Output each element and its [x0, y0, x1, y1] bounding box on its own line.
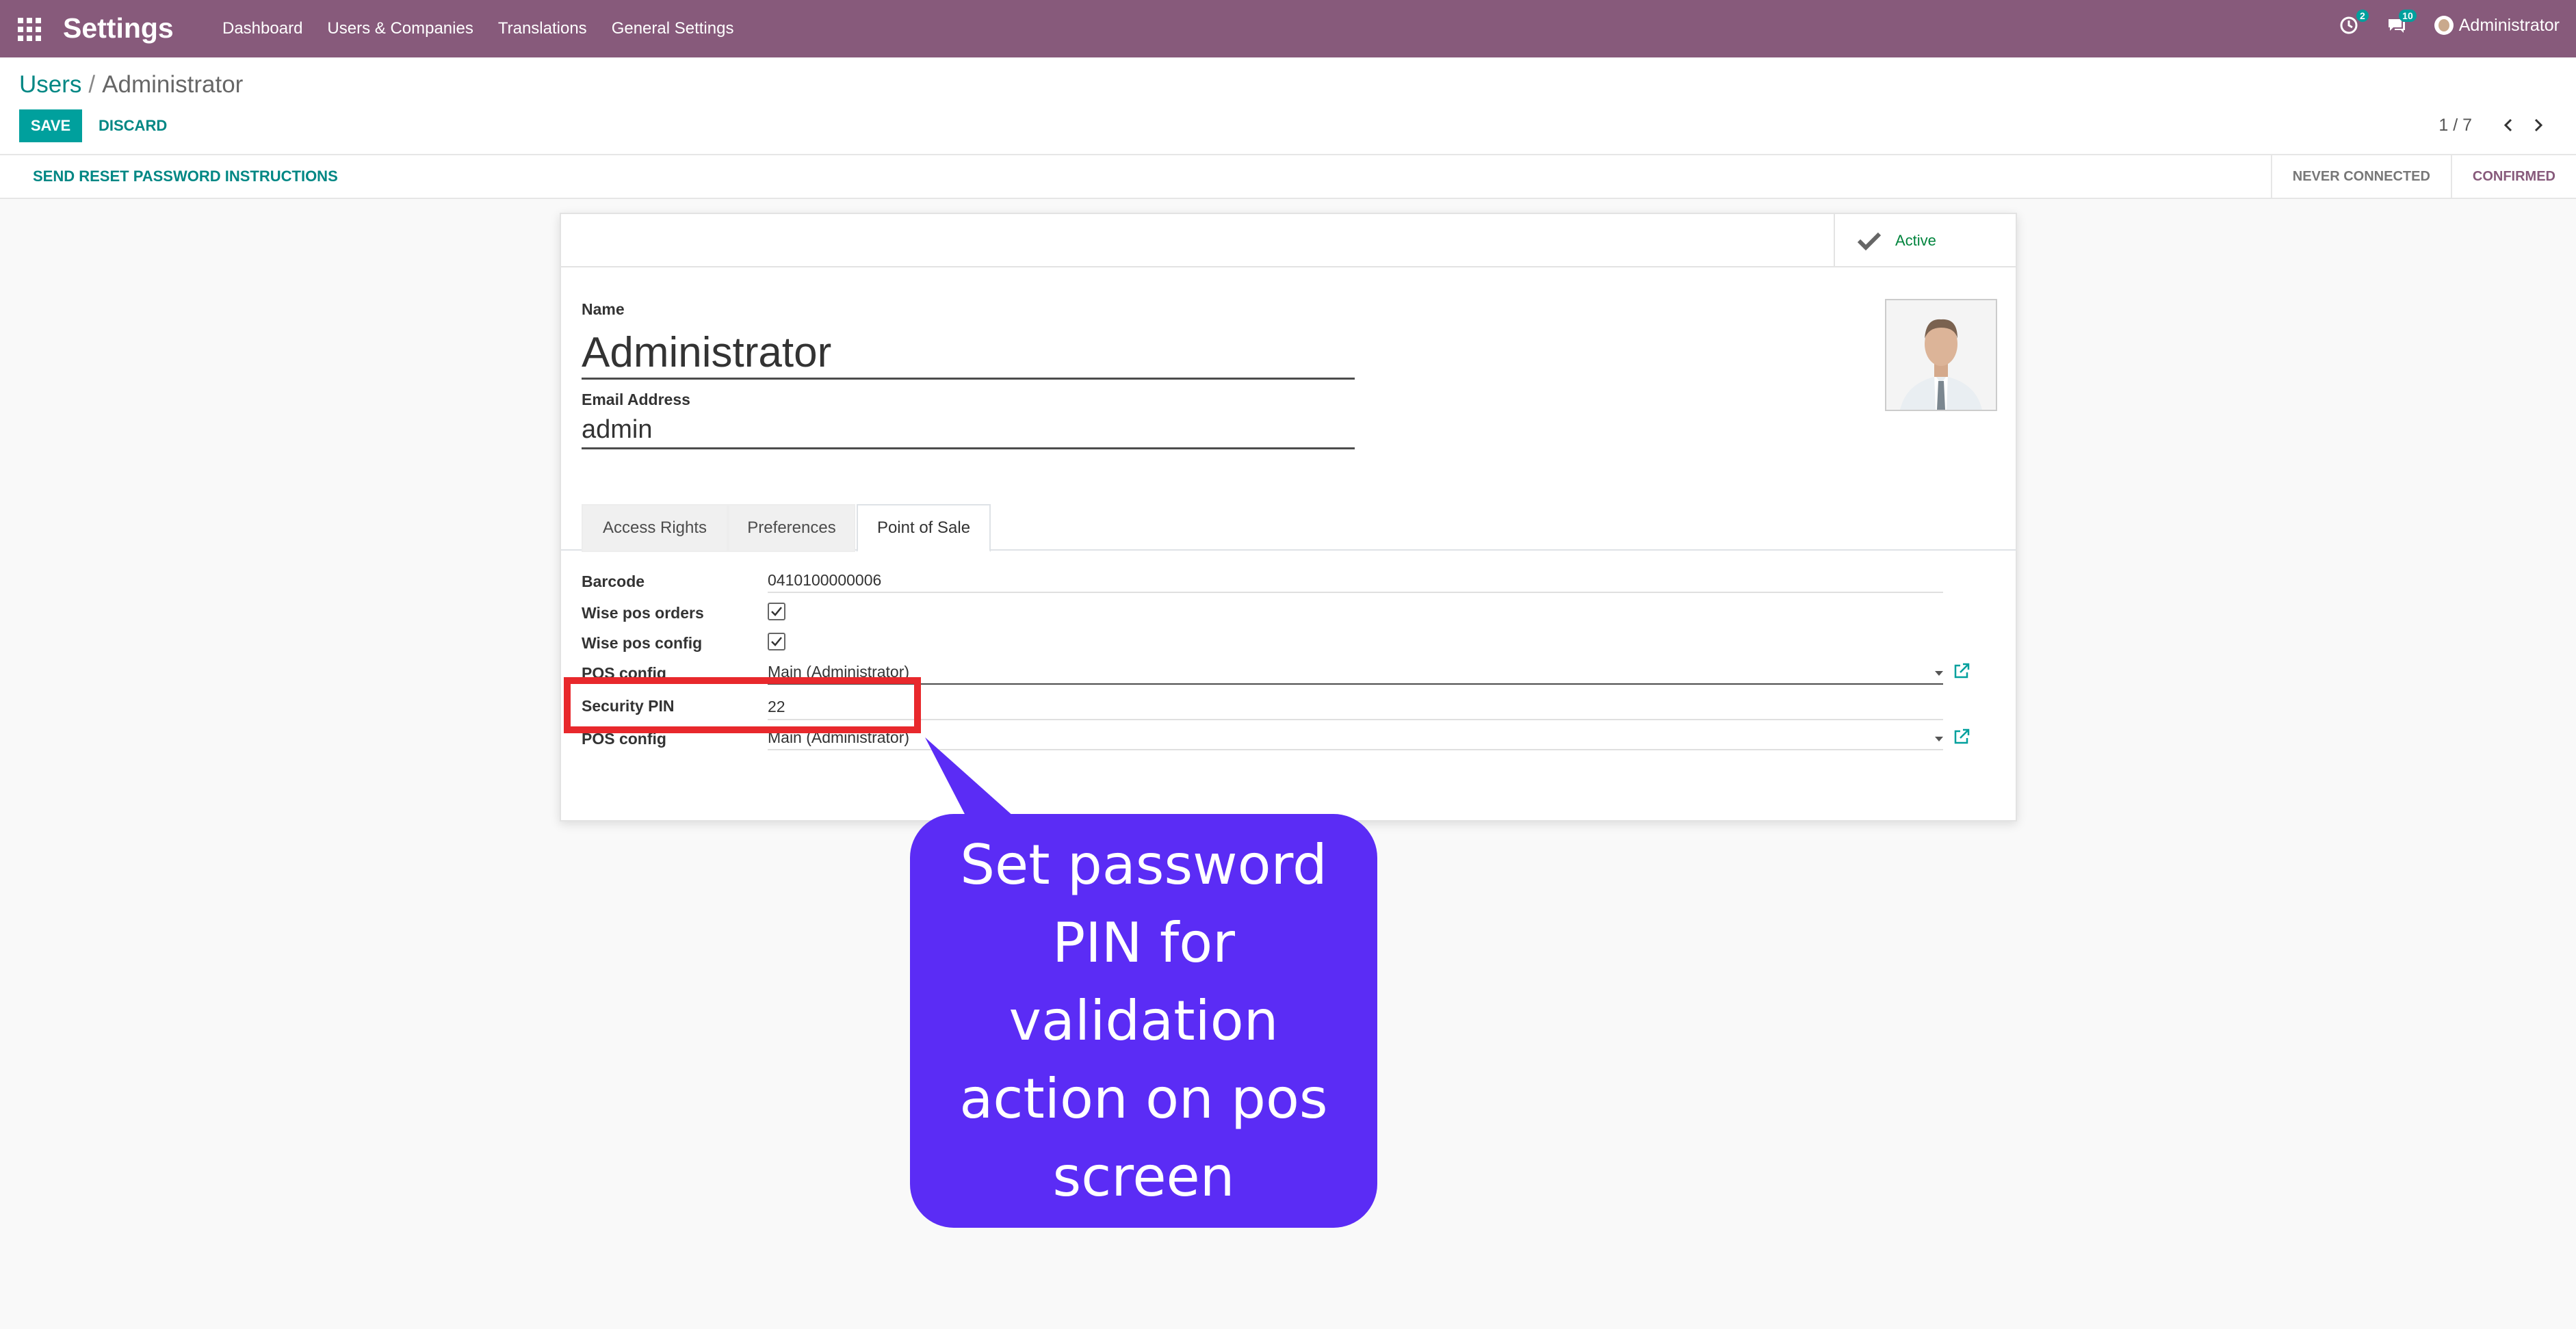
top-menu: Dashboard Users & Companies Translations…: [222, 19, 758, 38]
security-pin-label: Security PIN: [582, 697, 675, 715]
chevron-down-icon: [1935, 737, 1943, 741]
form-sheet: Active Name Email Address Access Rights …: [560, 213, 2017, 821]
menu-dashboard[interactable]: Dashboard: [222, 19, 302, 38]
menu-general-settings[interactable]: General Settings: [612, 19, 734, 38]
send-reset-password-button[interactable]: SEND RESET PASSWORD INSTRUCTIONS: [33, 168, 338, 185]
button-box: Active: [561, 214, 2016, 267]
pos-config-value: Main (Administrator): [768, 663, 910, 681]
tab-point-of-sale[interactable]: Point of Sale: [857, 504, 991, 552]
user-photo[interactable]: [1885, 299, 1997, 411]
menu-users-companies[interactable]: Users & Companies: [327, 19, 473, 38]
chevron-left-icon[interactable]: [2498, 115, 2519, 135]
external-link-icon[interactable]: [1952, 727, 1971, 746]
user-menu[interactable]: Administrator: [2434, 16, 2560, 36]
active-toggle-button[interactable]: Active: [1834, 214, 2016, 267]
email-field[interactable]: [582, 412, 1355, 449]
callout-text: Set password PIN for validation action o…: [959, 832, 1328, 1209]
control-panel: Users / Administrator SAVE DISCARD 1 / 7: [0, 57, 2576, 155]
main-navbar: Settings Dashboard Users & Companies Tra…: [0, 0, 2576, 57]
barcode-field[interactable]: 0410100000006: [768, 571, 1943, 593]
menu-translations[interactable]: Translations: [498, 19, 587, 38]
tab-preferences[interactable]: Preferences: [728, 504, 855, 552]
breadcrumb: Users / Administrator: [19, 71, 243, 98]
breadcrumb-users[interactable]: Users: [19, 71, 81, 98]
systray: 2 10 Administrator: [2339, 10, 2560, 36]
pos-config-2-value: Main (Administrator): [768, 728, 910, 746]
user-name: Administrator: [2458, 15, 2560, 35]
pager: 1 / 7: [2438, 115, 2549, 135]
pos-config-select[interactable]: Main (Administrator): [768, 663, 1943, 685]
breadcrumb-separator: /: [88, 71, 96, 98]
pos-config-2-label: POS config: [582, 730, 666, 748]
activity-icon[interactable]: 2: [2339, 10, 2369, 36]
check-icon: [1857, 232, 1882, 251]
user-avatar: [2434, 16, 2454, 35]
form-statusbar: SEND RESET PASSWORD INSTRUCTIONS NEVER C…: [0, 155, 2576, 199]
stage-never-connected: NEVER CONNECTED: [2270, 155, 2451, 198]
name-field[interactable]: [582, 328, 1355, 380]
status-stages: NEVER CONNECTED CONFIRMED: [2270, 155, 2576, 198]
security-pin-underline: [768, 719, 1943, 720]
messages-icon[interactable]: 10: [2386, 10, 2417, 36]
pos-config-2-select[interactable]: Main (Administrator): [768, 728, 1943, 750]
wise-pos-config-label: Wise pos config: [582, 634, 703, 652]
pos-config-label: POS config: [582, 664, 666, 682]
name-label: Name: [582, 300, 625, 318]
chevron-down-icon: [1935, 671, 1943, 676]
activity-count-badge: 2: [2356, 10, 2369, 22]
wise-pos-orders-label: Wise pos orders: [582, 604, 704, 622]
discard-button[interactable]: DISCARD: [90, 109, 175, 142]
active-label: Active: [1895, 232, 1936, 249]
barcode-label: Barcode: [582, 573, 645, 590]
annotation-callout: Set password PIN for validation action o…: [910, 814, 1377, 1228]
messages-count-badge: 10: [2399, 10, 2417, 22]
save-button[interactable]: SAVE: [19, 109, 82, 142]
pager-value[interactable]: 1 / 7: [2438, 116, 2472, 135]
apps-icon[interactable]: [18, 18, 41, 41]
security-pin-field[interactable]: [768, 694, 905, 719]
chevron-right-icon[interactable]: [2528, 115, 2549, 135]
tab-access-rights[interactable]: Access Rights: [582, 504, 728, 552]
wise-pos-orders-checkbox[interactable]: [768, 603, 785, 620]
app-title[interactable]: Settings: [63, 12, 174, 44]
wise-pos-config-checkbox[interactable]: [768, 633, 785, 650]
stage-confirmed: CONFIRMED: [2450, 155, 2576, 198]
email-label: Email Address: [582, 391, 690, 408]
form-tabs: Access Rights Preferences Point of Sale: [561, 500, 2016, 552]
breadcrumb-current: Administrator: [102, 71, 244, 98]
external-link-icon[interactable]: [1952, 661, 1971, 681]
